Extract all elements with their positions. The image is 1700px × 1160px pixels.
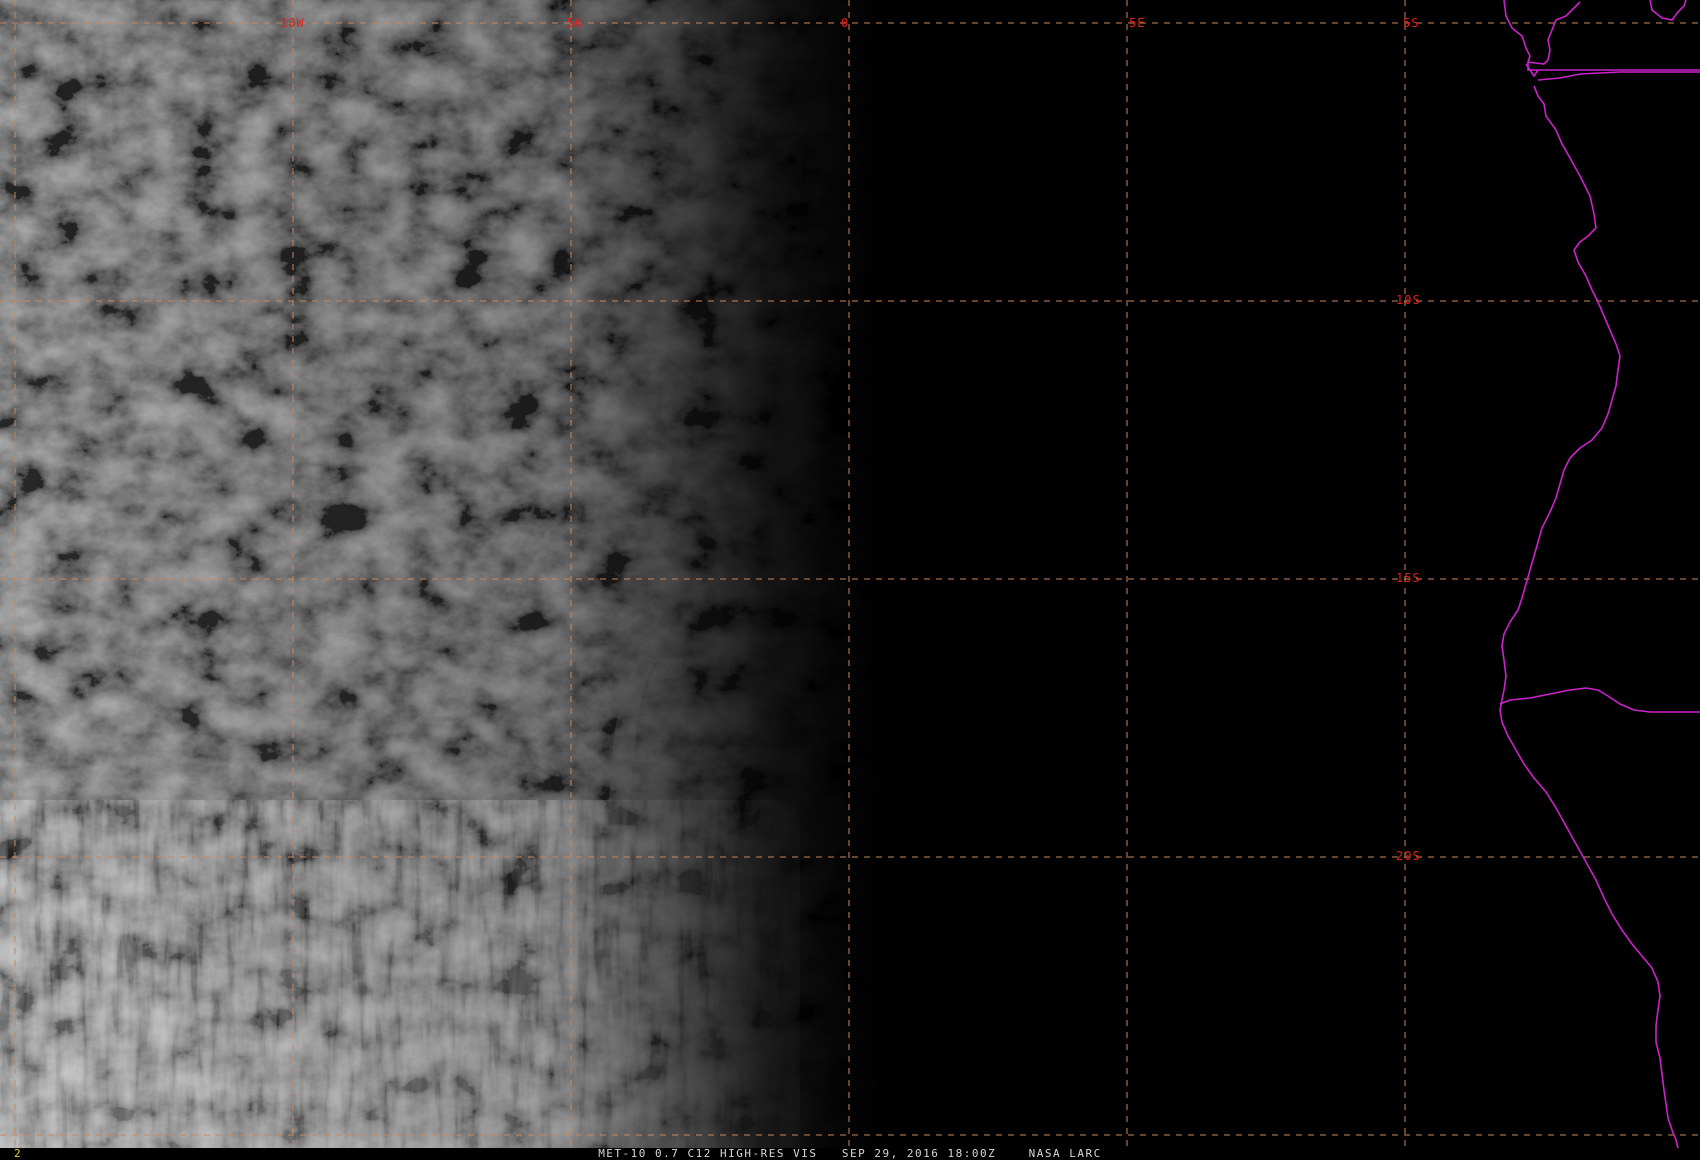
latitude-labels: 5S 10S 15S 20S bbox=[1396, 16, 1421, 863]
latitude-label: 15S bbox=[1396, 571, 1421, 585]
longitude-label: 0 bbox=[841, 16, 849, 30]
lat-lon-grid bbox=[0, 0, 1700, 1148]
latitude-label: 10S bbox=[1396, 293, 1421, 307]
country-border bbox=[1527, 62, 1700, 71]
latitude-label: 5S bbox=[1403, 16, 1419, 30]
map-overlay: 10W 5W 0 5E 5S 10S 15S 20S bbox=[0, 0, 1700, 1148]
coastline bbox=[1503, 0, 1581, 65]
image-caption: MET-10 0.7 C12 HIGH-RES VIS SEP 29, 2016… bbox=[598, 1147, 1102, 1160]
country-border bbox=[1499, 687, 1700, 713]
coastline bbox=[1649, 0, 1687, 21]
country-borders bbox=[1499, 0, 1700, 1148]
longitude-label: 5W bbox=[567, 16, 583, 30]
longitude-label: 5E bbox=[1129, 16, 1145, 30]
country-border bbox=[1537, 71, 1700, 81]
satellite-image-viewer[interactable]: 10W 5W 0 5E 5S 10S 15S 20S 2 MET-10 0.7 … bbox=[0, 0, 1700, 1160]
status-bar: 2 MET-10 0.7 C12 HIGH-RES VIS SEP 29, 20… bbox=[0, 1148, 1700, 1160]
longitude-label: 10W bbox=[280, 16, 305, 30]
latitude-label: 20S bbox=[1396, 849, 1421, 863]
coastline bbox=[1499, 85, 1679, 1148]
